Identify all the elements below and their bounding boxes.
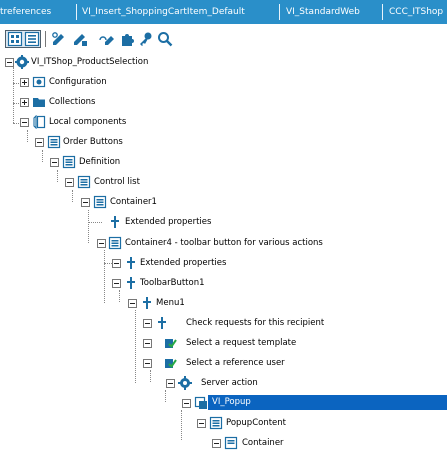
tree-connector <box>150 370 151 382</box>
collapse-toggle[interactable] <box>166 379 175 388</box>
tree-node-label[interactable]: Control list <box>94 175 140 189</box>
tree-connector <box>72 190 73 202</box>
tree-node-label[interactable]: PopupContent <box>226 416 286 430</box>
property-icon <box>108 215 122 229</box>
component-tree: VI_ITShop_ProductSelection Configuration… <box>0 0 447 450</box>
tree-node-label[interactable]: Local components <box>49 115 126 129</box>
green-check-icon <box>163 336 177 350</box>
popup-icon <box>194 396 208 410</box>
container-icon <box>47 135 61 149</box>
tree-node-label[interactable]: Select a reference user <box>186 356 285 370</box>
collapse-toggle[interactable] <box>212 439 221 448</box>
collapse-toggle[interactable] <box>35 138 44 147</box>
expand-toggle[interactable] <box>20 78 29 87</box>
property-icon <box>124 276 138 290</box>
server-gear-icon <box>178 376 192 390</box>
tree-connector <box>88 222 102 223</box>
collapse-toggle[interactable] <box>97 239 106 248</box>
property-icon <box>155 316 169 330</box>
expand-toggle[interactable] <box>20 98 29 107</box>
container-icon <box>108 236 122 250</box>
container-icon <box>224 436 238 450</box>
collapse-toggle[interactable] <box>5 58 14 67</box>
tree-connector <box>104 250 105 303</box>
tree-node-label[interactable]: Extended properties <box>125 215 211 229</box>
green-check-icon <box>163 356 177 370</box>
tree-node-label[interactable]: VI_ITShop_ProductSelection <box>31 55 148 69</box>
tree-node-label[interactable]: Menu1 <box>156 296 185 310</box>
tree-node-label[interactable]: Configuration <box>49 75 107 89</box>
configuration-icon <box>32 75 46 89</box>
tree-connector <box>27 130 28 142</box>
collapse-toggle[interactable] <box>197 419 206 428</box>
tree-node-label[interactable]: Extended properties <box>140 256 226 270</box>
tree-connector <box>57 170 58 182</box>
tree-node-label[interactable]: Container1 <box>110 195 157 209</box>
collapse-toggle[interactable] <box>143 359 152 368</box>
collapse-toggle[interactable] <box>112 259 121 268</box>
tree-node-label[interactable]: ToolbarButton1 <box>140 276 205 290</box>
tree-node-label[interactable]: Container <box>242 436 284 450</box>
folder-icon <box>32 95 46 109</box>
gear-component-icon <box>15 55 29 69</box>
property-icon <box>124 256 138 270</box>
tree-connector <box>119 290 120 302</box>
local-components-icon <box>32 114 46 130</box>
collapse-toggle[interactable] <box>81 198 90 207</box>
tree-node-label[interactable]: Collections <box>49 95 95 109</box>
collapse-toggle[interactable] <box>143 339 152 348</box>
collapse-toggle[interactable] <box>65 178 74 187</box>
tree-node-label[interactable]: Select a request template <box>186 336 296 350</box>
tree-node-label[interactable]: Definition <box>79 155 120 169</box>
tree-connector <box>42 150 43 162</box>
container-icon <box>62 155 76 169</box>
tree-connector <box>88 210 89 243</box>
tree-node-label[interactable]: Container4 - toolbar button for various … <box>125 236 323 250</box>
tree-node-label[interactable]: Server action <box>201 376 258 390</box>
tree-node-label[interactable]: Order Buttons <box>63 135 123 149</box>
tree-node-label[interactable]: Check requests for this recipient <box>186 316 324 330</box>
container-icon <box>77 175 91 189</box>
property-icon <box>140 296 154 310</box>
tree-node-label-selected[interactable]: VI_Popup <box>208 395 255 410</box>
collapse-toggle[interactable] <box>50 158 59 167</box>
collapse-toggle[interactable] <box>143 319 152 328</box>
collapse-toggle[interactable] <box>112 279 121 288</box>
collapse-toggle[interactable] <box>182 399 191 408</box>
collapse-toggle[interactable] <box>20 118 29 127</box>
tree-connector <box>181 410 182 440</box>
tree-connector <box>165 390 166 402</box>
collapse-toggle[interactable] <box>128 299 137 308</box>
container-icon <box>93 195 107 209</box>
container-icon <box>209 416 223 430</box>
tree-connector <box>135 310 136 383</box>
tree-connector <box>13 67 14 123</box>
